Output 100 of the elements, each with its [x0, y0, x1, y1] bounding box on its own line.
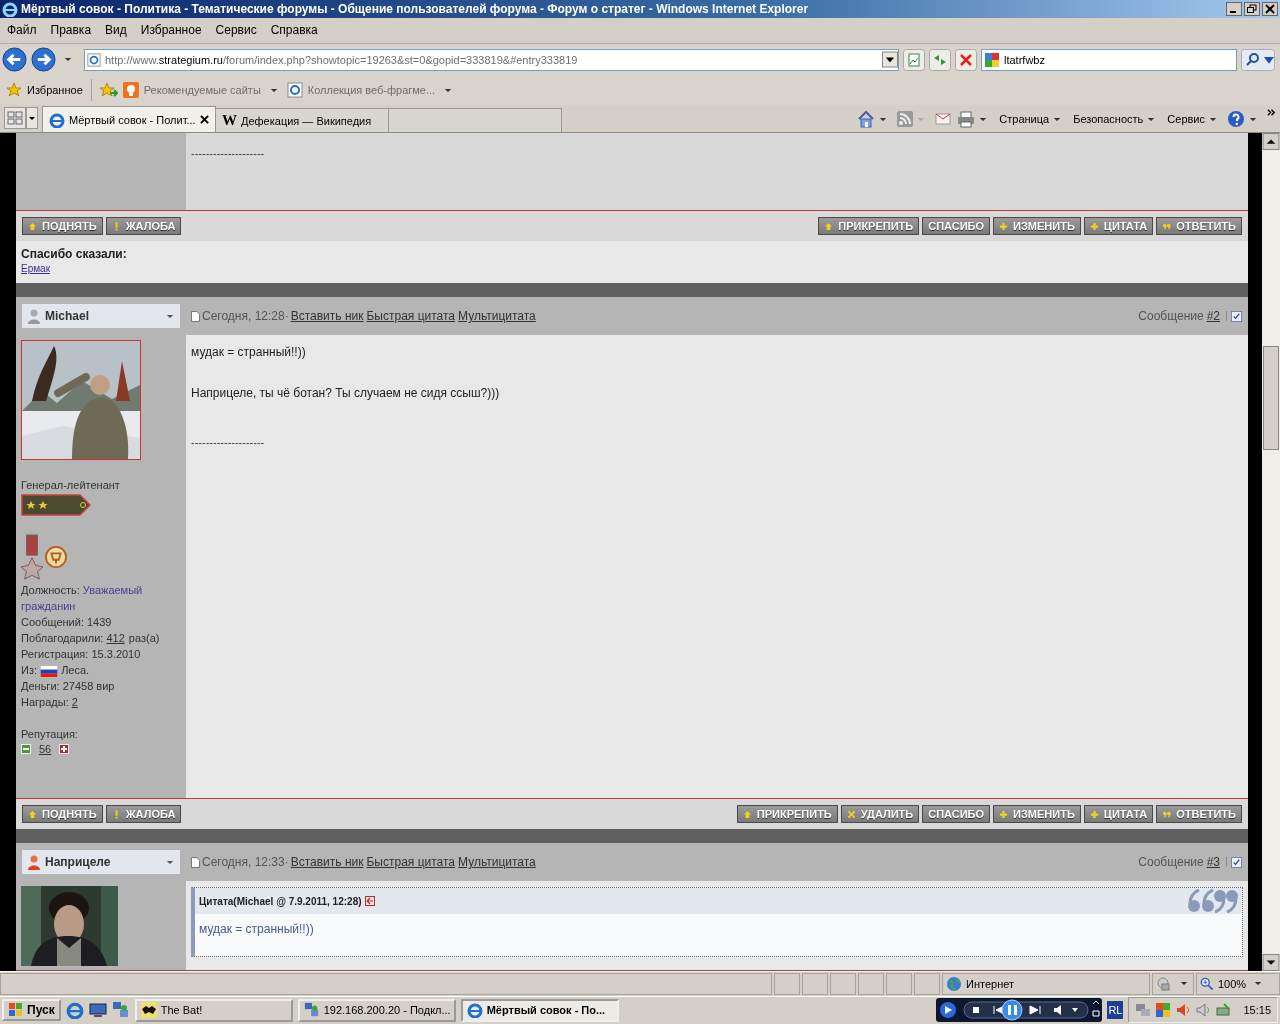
- post-action-link[interactable]: Вставить ник: [290, 309, 364, 324]
- minus-button[interactable]: [21, 744, 31, 755]
- post-button[interactable]: ПРИКРЕПИТЬ: [818, 217, 920, 236]
- address-field[interactable]: http://www.strategium.ru/forum/index.php?showtopic=19263&st=0&gopid=333819&#entry333819: [84, 48, 899, 71]
- close-button[interactable]: [1262, 1, 1278, 16]
- post-button[interactable]: ЖАЛОБА: [105, 217, 182, 236]
- post-button[interactable]: ОТВЕТИТЬ: [1156, 217, 1242, 236]
- menu-item[interactable]: Сервис: [208, 23, 264, 38]
- caret-icon[interactable]: [879, 116, 888, 122]
- select-post-checkbox[interactable]: [1231, 310, 1242, 322]
- help-icon[interactable]: [1227, 110, 1245, 129]
- scroll-thumb[interactable]: [1263, 346, 1279, 451]
- post-button[interactable]: ПОДНЯТЬ: [22, 805, 103, 824]
- menu-item[interactable]: Вид: [98, 23, 134, 38]
- post-button[interactable]: УДАЛИТЬ: [840, 805, 920, 824]
- ie-logo-icon[interactable]: [65, 1001, 84, 1020]
- zoom-control[interactable]: 100%: [1196, 973, 1280, 995]
- caret-icon[interactable]: [1209, 116, 1217, 122]
- scroll-up-button[interactable]: [1262, 133, 1280, 151]
- close-tab-icon[interactable]: [200, 115, 209, 125]
- browser-tab[interactable]: Мёртвый совок - Полит...: [42, 106, 216, 133]
- user-link[interactable]: Ермак: [21, 263, 51, 275]
- favorites-link[interactable]: Коллекция веб-фрагме...: [307, 84, 436, 96]
- language-indicator[interactable]: RL: [1107, 1001, 1124, 1020]
- media-player-controls[interactable]: [936, 998, 1103, 1023]
- signature-divider: --------------------: [191, 147, 265, 160]
- caret-icon[interactable]: [1180, 981, 1188, 987]
- post-button[interactable]: ПРИКРЕПИТЬ: [736, 805, 838, 824]
- select-post-checkbox[interactable]: [1231, 856, 1242, 868]
- caret-icon[interactable]: [979, 116, 988, 122]
- post-action-link[interactable]: Быстрая цитата: [366, 855, 456, 870]
- chevron-icon[interactable]: [1267, 108, 1276, 118]
- menu-item[interactable]: Избранное: [133, 23, 209, 38]
- signature-divider: --------------------: [191, 436, 265, 449]
- caret-icon[interactable]: [1249, 116, 1257, 122]
- post-action-link[interactable]: Быстрая цитата: [366, 309, 456, 324]
- forward-button[interactable]: [31, 47, 56, 73]
- caret-icon[interactable]: [269, 87, 278, 93]
- post-button[interactable]: ЖАЛОБА: [105, 805, 182, 824]
- post-button[interactable]: СПАСИБО: [922, 805, 991, 824]
- mail-icon[interactable]: [935, 111, 952, 128]
- menu-item[interactable]: Файл: [0, 23, 44, 38]
- network-icon[interactable]: [111, 1001, 130, 1020]
- post-action-link[interactable]: Мультицитата: [458, 309, 536, 324]
- status-panel: [774, 973, 800, 995]
- favorites-link[interactable]: Рекомендуемые сайты: [143, 84, 261, 96]
- taskbar-button[interactable]: 192.168.200.20 - Подкл...: [297, 998, 456, 1022]
- search-field[interactable]: ltatrfwbz: [981, 48, 1237, 71]
- dropdown-button[interactable]: [882, 51, 898, 69]
- command-menu[interactable]: Сервис: [1167, 113, 1205, 126]
- menu-item[interactable]: Справка: [263, 23, 325, 38]
- home-icon[interactable]: [857, 110, 876, 129]
- favorites-button[interactable]: Избранное: [27, 84, 83, 96]
- post-action-link[interactable]: Мультицитата: [458, 855, 536, 870]
- caret-icon[interactable]: [444, 87, 453, 93]
- tab-list-button[interactable]: [26, 107, 38, 130]
- windows-flag-icon[interactable]: [1155, 1002, 1172, 1019]
- up-arrow-icon: [28, 809, 37, 819]
- taskbar-button[interactable]: The Bat!: [134, 998, 293, 1022]
- post-button[interactable]: ИЗМЕНИТЬ: [993, 217, 1081, 236]
- user-menu[interactable]: Michael: [22, 304, 180, 329]
- caret-icon[interactable]: [1053, 116, 1062, 122]
- menu-item[interactable]: Правка: [43, 23, 99, 38]
- scroll-down-button[interactable]: [1262, 954, 1280, 972]
- user-menu[interactable]: Наприцеле: [22, 850, 180, 875]
- taskbar-button[interactable]: Мёртвый совок - По...: [460, 998, 619, 1022]
- caret-icon[interactable]: [1147, 116, 1156, 122]
- reputation-link[interactable]: 56: [39, 743, 52, 756]
- post-button[interactable]: ЦИТАТА: [1083, 805, 1154, 824]
- epaulette-icon: [21, 494, 91, 517]
- refresh-button[interactable]: [929, 48, 951, 71]
- post-button[interactable]: ИЗМЕНИТЬ: [993, 805, 1081, 824]
- post-date: Сегодня, 12:28·: [202, 309, 289, 324]
- back-arrow-icon[interactable]: [364, 896, 375, 907]
- post-text: мудак = странный!!)): [191, 345, 306, 360]
- post-button[interactable]: ОТВЕТИТЬ: [1156, 805, 1242, 824]
- quick-tabs-button[interactable]: [4, 107, 26, 130]
- minimize-button[interactable]: [1226, 1, 1242, 16]
- safely-remove-icon[interactable]: [1215, 1002, 1232, 1019]
- post-action-link[interactable]: Вставить ник: [290, 855, 364, 870]
- post-button[interactable]: ПОДНЯТЬ: [22, 217, 103, 236]
- speaker-icon[interactable]: [1175, 1002, 1192, 1019]
- plus-button[interactable]: [59, 744, 70, 755]
- post-button[interactable]: ЦИТАТА: [1083, 217, 1154, 236]
- post-number-link[interactable]: #2: [1206, 309, 1220, 324]
- stop-button[interactable]: [955, 48, 977, 71]
- print-icon[interactable]: [957, 110, 976, 129]
- command-menu[interactable]: Страница: [999, 113, 1050, 126]
- ie-logo-icon: [49, 111, 65, 128]
- search-button[interactable]: [1241, 48, 1275, 71]
- caret-icon: [166, 859, 174, 865]
- start-button[interactable]: Пуск: [2, 999, 61, 1022]
- post-number-link[interactable]: #3: [1206, 855, 1220, 870]
- post-button[interactable]: СПАСИБО: [922, 217, 991, 236]
- desktop-icon[interactable]: [88, 1001, 107, 1020]
- browser-tab[interactable]: W Дефекация — Википедия: [215, 108, 389, 133]
- restore-button[interactable]: [1244, 1, 1260, 16]
- history-caret-icon[interactable]: [64, 57, 72, 63]
- back-button[interactable]: [2, 47, 27, 73]
- command-menu[interactable]: Безопасность: [1073, 113, 1144, 126]
